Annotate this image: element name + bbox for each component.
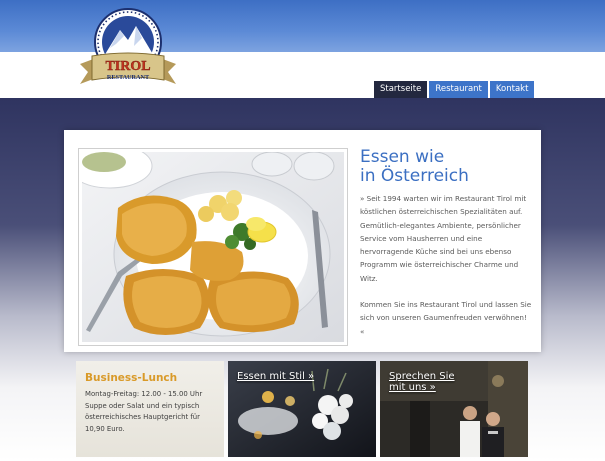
- svg-text:TIROL: TIROL: [105, 59, 150, 74]
- restaurant-logo[interactable]: TIROL RESTAURANT: [76, 6, 180, 94]
- main-content-panel: Essen wie in Österreich » Seit 1994 wart…: [64, 130, 541, 352]
- headline-line-1: Essen wie: [360, 147, 445, 167]
- main-navigation: Startseite Restaurant Kontakt: [374, 81, 535, 98]
- sprechen-link-line-1[interactable]: Sprechen Sie: [389, 371, 455, 382]
- nav-startseite[interactable]: Startseite: [374, 81, 428, 98]
- business-lunch-text: Montag-Freitag: 12.00 - 15.00 Uhr Suppe …: [85, 390, 203, 433]
- nav-restaurant[interactable]: Restaurant: [429, 81, 488, 98]
- essen-mit-stil-link[interactable]: Essen mit Stil »: [237, 371, 314, 382]
- svg-text:RESTAURANT: RESTAURANT: [107, 74, 150, 81]
- page-headline: Essen wie in Österreich: [360, 148, 530, 186]
- schnitzel-photo: [78, 148, 348, 346]
- essen-mit-stil-box[interactable]: Essen mit Stil »: [228, 361, 376, 457]
- sprechen-sie-mit-uns-box[interactable]: Sprechen Sie mit uns »: [380, 361, 528, 457]
- business-lunch-title: Business-Lunch: [85, 372, 178, 384]
- intro-paragraph-2: Kommen Sie ins Restaurant Tirol und lass…: [360, 300, 532, 336]
- headline-line-2: in Österreich: [360, 166, 469, 186]
- sprechen-sie-mit-uns-link[interactable]: Sprechen Sie mit uns »: [389, 371, 455, 393]
- intro-paragraph-1: » Seit 1994 warten wir im Restaurant Tir…: [360, 194, 527, 283]
- sprechen-link-line-2[interactable]: mit uns »: [389, 382, 455, 393]
- business-lunch-box: Business-Lunch Montag-Freitag: 12.00 - 1…: [76, 361, 224, 457]
- nav-kontakt[interactable]: Kontakt: [489, 81, 535, 98]
- intro-text: » Seit 1994 warten wir im Restaurant Tir…: [360, 192, 532, 338]
